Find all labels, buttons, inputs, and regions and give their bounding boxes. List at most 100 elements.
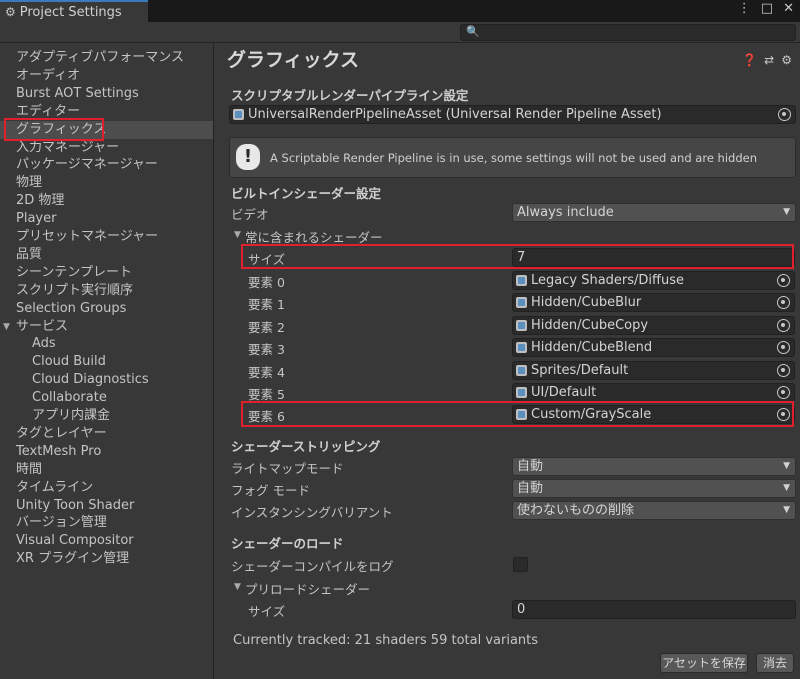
sidebar-item-label: バージョン管理 xyxy=(16,515,107,531)
sidebar-item[interactable]: 物理 xyxy=(0,174,213,192)
close-icon[interactable]: ✕ xyxy=(783,1,794,16)
shader-object-field[interactable]: Sprites/Default xyxy=(512,360,795,380)
sidebar-item-label: Ads xyxy=(32,336,56,352)
video-dropdown[interactable]: Always include ▼ xyxy=(512,203,796,222)
sidebar-item[interactable]: グラフィックス xyxy=(0,120,213,139)
object-picker-icon[interactable] xyxy=(777,296,790,310)
object-picker-icon[interactable] xyxy=(777,408,790,422)
object-picker-icon[interactable] xyxy=(777,341,790,355)
size-field[interactable]: 7 xyxy=(512,248,795,267)
object-picker-icon[interactable] xyxy=(777,318,790,332)
sidebar-item-label: アダプティブパフォーマンス xyxy=(16,50,184,65)
sidebar-item[interactable]: プリセットマネージャー xyxy=(0,228,213,246)
sidebar-item-label: 品質 xyxy=(16,246,43,262)
sidebar-item[interactable]: Visual Compositor xyxy=(0,532,213,550)
sidebar-item[interactable]: オーディオ xyxy=(0,67,213,85)
preload-size-field[interactable]: 0 xyxy=(512,600,796,619)
sidebar-item[interactable]: パッケージマネージャー xyxy=(0,156,213,174)
sidebar-item[interactable]: エディター xyxy=(0,103,213,121)
instancing-value: 使わないものの削除 xyxy=(517,503,635,518)
shader-object-field[interactable]: UI/Default xyxy=(512,383,795,402)
object-picker-icon[interactable] xyxy=(777,363,790,377)
object-picker-icon[interactable] xyxy=(778,108,791,121)
element-label: 要素 4 xyxy=(248,364,285,380)
shader-object-field[interactable]: Custom/GrayScale xyxy=(512,405,795,425)
builtin-section-title: ビルトインシェーダー設定 xyxy=(231,186,382,201)
help-icon[interactable]: ❓ xyxy=(742,53,757,67)
sidebar-item[interactable]: Burst AOT Settings xyxy=(0,85,213,103)
sidebar-item[interactable]: アダプティブパフォーマンス xyxy=(0,49,213,67)
sidebar-item[interactable]: Selection Groups xyxy=(0,300,213,318)
sidebar-item-label: Burst AOT Settings xyxy=(16,85,139,101)
shader-icon xyxy=(516,342,527,354)
sidebar-item[interactable]: シーンテンプレート xyxy=(0,264,213,282)
shader-icon xyxy=(516,319,527,331)
sidebar-item[interactable]: タグとレイヤー xyxy=(0,425,213,443)
sidebar-item[interactable]: 時間 xyxy=(0,461,213,479)
search-input[interactable]: 🔍 xyxy=(460,24,796,41)
tracked-status: Currently tracked: 21 shaders 59 total v… xyxy=(233,633,539,648)
sidebar-item-label: サービス xyxy=(16,318,69,334)
object-picker-icon[interactable] xyxy=(777,274,790,287)
clear-button[interactable]: 消去 xyxy=(756,653,794,673)
sidebar-item[interactable]: TextMesh Pro xyxy=(0,443,213,461)
foldout-arrow-icon[interactable]: ▼ xyxy=(234,582,241,592)
video-value: Always include xyxy=(517,205,614,220)
sidebar-item-label: 2D 物理 xyxy=(16,193,65,209)
sidebar-item-label: XR プラグイン管理 xyxy=(16,551,130,567)
sidebar-item[interactable]: 2D 物理 xyxy=(0,192,213,210)
sidebar: アダプティブパフォーマンス オーディオ Burst AOT Settings エディタ… xyxy=(0,43,214,679)
settings-gear-icon[interactable]: ⚙ xyxy=(781,53,792,67)
sidebar-item-label: Cloud Build xyxy=(32,354,106,370)
sidebar-item[interactable]: ▼ サービス xyxy=(0,318,213,336)
sidebar-item[interactable]: 入力マネージャー xyxy=(0,139,213,157)
lightmap-dropdown[interactable]: 自動 ▼ xyxy=(512,457,796,476)
chevron-down-icon: ▼ xyxy=(783,461,790,471)
sidebar-item-label: Selection Groups xyxy=(16,300,127,316)
sidebar-item[interactable]: XR プラグイン管理 xyxy=(0,550,213,568)
foldout-arrow-icon[interactable]: ▼ xyxy=(3,318,10,336)
sidebar-item[interactable]: Collaborate xyxy=(0,389,213,407)
sidebar-item[interactable]: タイムライン xyxy=(0,479,213,497)
shader-object-field[interactable]: Hidden/CubeBlur xyxy=(512,293,795,313)
sidebar-item[interactable]: Cloud Build xyxy=(0,353,213,371)
maximize-icon[interactable]: □ xyxy=(761,1,773,16)
instancing-label: インスタンシングバリアント xyxy=(231,505,393,520)
shader-object-field[interactable]: Hidden/CubeCopy xyxy=(512,315,795,335)
presets-icon[interactable]: ⇄ xyxy=(764,53,774,67)
sidebar-item[interactable]: Unity Toon Shader xyxy=(0,497,213,515)
fog-label: フォグ モード xyxy=(231,483,310,498)
instancing-dropdown[interactable]: 使わないものの削除 ▼ xyxy=(512,501,796,520)
always-included-foldout[interactable]: 常に含まれるシェーダー xyxy=(245,227,383,246)
shader-object-field[interactable]: Hidden/CubeBlend xyxy=(512,338,795,358)
sidebar-item-label: 入力マネージャー xyxy=(16,139,120,155)
shader-object-field[interactable]: Legacy Shaders/Diffuse xyxy=(512,271,795,290)
sidebar-item[interactable]: Cloud Diagnostics xyxy=(0,371,213,389)
sidebar-item-label: オーディオ xyxy=(16,67,81,83)
log-compile-label: シェーダーコンパイルをログ xyxy=(231,559,394,574)
sidebar-item[interactable]: Player xyxy=(0,210,213,228)
sidebar-item[interactable]: Ads xyxy=(0,335,213,353)
window-title: Project Settings xyxy=(19,4,122,20)
save-asset-button[interactable]: アセットを保存 xyxy=(660,653,748,673)
gear-icon: ⚙ xyxy=(5,5,16,19)
window-tab[interactable]: ⚙ Project Settings xyxy=(0,0,148,22)
more-menu-icon[interactable]: ⋮ xyxy=(738,1,751,16)
preload-foldout[interactable]: プリロードシェーダー xyxy=(245,579,370,598)
sidebar-item[interactable]: アプリ内課金 xyxy=(0,407,213,425)
sidebar-item-label: 物理 xyxy=(16,175,43,191)
sidebar-item-label: Visual Compositor xyxy=(16,533,134,549)
object-picker-icon[interactable] xyxy=(777,386,790,399)
log-compile-checkbox[interactable] xyxy=(513,557,528,572)
sidebar-item-label: Cloud Diagnostics xyxy=(32,372,149,388)
fog-value: 自動 xyxy=(517,481,544,496)
srp-asset-field[interactable]: UniversalRenderPipelineAsset (Universal … xyxy=(229,105,796,124)
element-label: 要素 2 xyxy=(248,319,285,335)
sidebar-item-label: エディター xyxy=(16,103,81,119)
fog-dropdown[interactable]: 自動 ▼ xyxy=(512,479,796,498)
sidebar-item[interactable]: バージョン管理 xyxy=(0,514,213,532)
sidebar-item[interactable]: 品質 xyxy=(0,246,213,264)
sidebar-item-label: Player xyxy=(16,211,57,227)
sidebar-item[interactable]: スクリプト実行順序 xyxy=(0,282,213,300)
foldout-arrow-icon[interactable]: ▼ xyxy=(234,230,241,240)
